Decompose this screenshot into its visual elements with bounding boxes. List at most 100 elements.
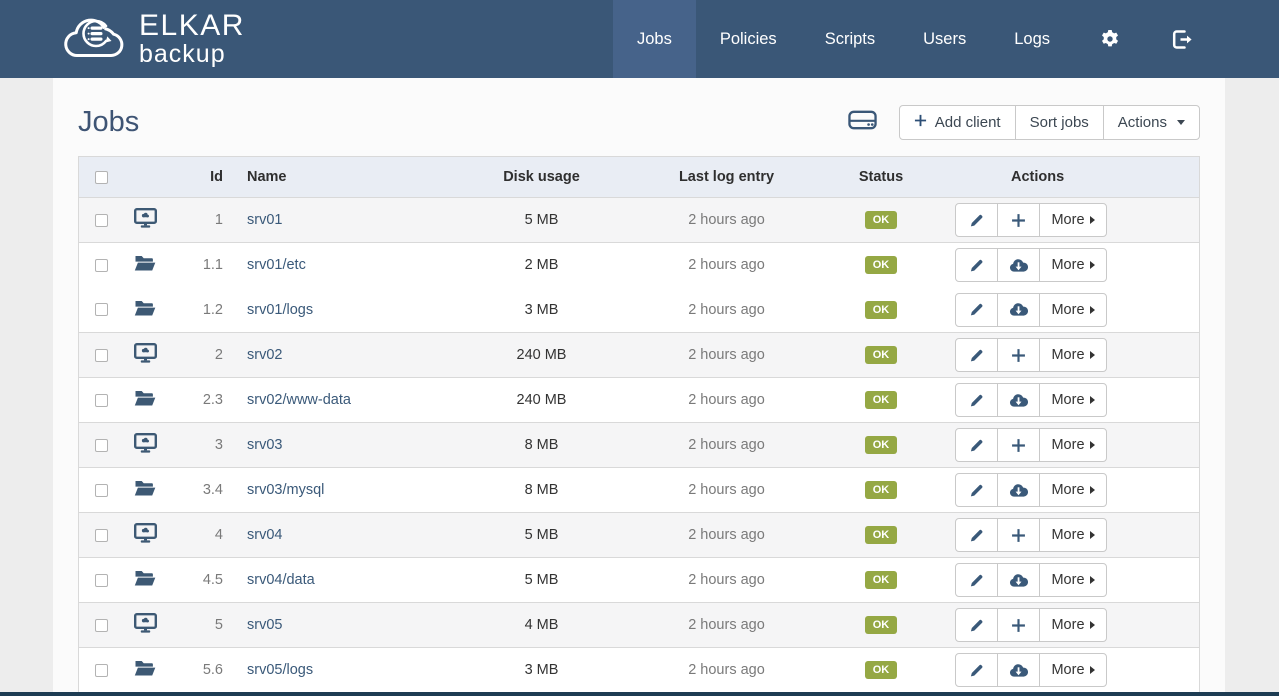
logout-icon[interactable]: [1146, 0, 1219, 78]
more-button[interactable]: More: [1039, 338, 1107, 372]
more-button[interactable]: More: [1039, 518, 1107, 552]
edit-button[interactable]: [955, 608, 998, 642]
last-log-entry-value: 2 hours ago: [644, 347, 809, 363]
job-folder-icon: [134, 389, 156, 411]
nav-item-jobs[interactable]: Jobs: [613, 0, 696, 78]
job-name-link[interactable]: srv05: [247, 617, 282, 633]
add-job-button[interactable]: [997, 608, 1040, 642]
disk-usage-value: 5 MB: [439, 527, 644, 543]
more-label: More: [1051, 392, 1084, 408]
actions-dropdown-button[interactable]: Actions: [1103, 105, 1200, 140]
row-checkbox[interactable]: [95, 349, 108, 362]
status-badge: OK: [865, 436, 898, 454]
more-button[interactable]: More: [1039, 653, 1107, 687]
more-label: More: [1051, 257, 1084, 273]
nav-item-logs[interactable]: Logs: [990, 0, 1074, 78]
edit-button[interactable]: [955, 293, 998, 327]
sort-jobs-label: Sort jobs: [1030, 114, 1089, 131]
more-button[interactable]: More: [1039, 383, 1107, 417]
disk-usage-value: 8 MB: [439, 437, 644, 453]
last-log-entry-value: 2 hours ago: [644, 392, 809, 408]
table-row: 3 srv03 8 MB 2 hours ago OK More: [79, 422, 1199, 467]
more-button[interactable]: More: [1039, 248, 1107, 282]
job-name-link[interactable]: srv03: [247, 437, 282, 453]
job-name-link[interactable]: srv04/data: [247, 572, 315, 588]
row-checkbox[interactable]: [95, 439, 108, 452]
row-checkbox[interactable]: [95, 529, 108, 542]
more-button[interactable]: More: [1039, 428, 1107, 462]
page-header: Jobs Add client Sort jobs: [53, 78, 1225, 146]
restore-button[interactable]: [997, 383, 1040, 417]
row-checkbox[interactable]: [95, 259, 108, 272]
more-button[interactable]: More: [1039, 473, 1107, 507]
more-button[interactable]: More: [1039, 203, 1107, 237]
select-all-checkbox[interactable]: [95, 171, 108, 184]
job-id: 3.4: [167, 482, 223, 498]
job-folder-icon: [134, 659, 156, 681]
last-log-entry-value: 2 hours ago: [644, 572, 809, 588]
status-badge: OK: [865, 391, 898, 409]
edit-button[interactable]: [955, 203, 998, 237]
add-job-button[interactable]: [997, 518, 1040, 552]
job-name-link[interactable]: srv01: [247, 212, 282, 228]
edit-button[interactable]: [955, 518, 998, 552]
client-monitor-icon: [134, 343, 157, 368]
status-badge: OK: [865, 346, 898, 364]
add-job-button[interactable]: [997, 338, 1040, 372]
restore-button[interactable]: [997, 653, 1040, 687]
job-name-link[interactable]: srv02/www-data: [247, 392, 351, 408]
row-checkbox[interactable]: [95, 574, 108, 587]
row-checkbox[interactable]: [95, 394, 108, 407]
job-name-link[interactable]: srv01/etc: [247, 257, 306, 273]
job-name-link[interactable]: srv03/mysql: [247, 482, 324, 498]
row-checkbox[interactable]: [95, 664, 108, 677]
chevron-right-icon: [1090, 351, 1095, 359]
job-name-link[interactable]: srv01/logs: [247, 302, 313, 318]
disk-usage-value: 3 MB: [439, 302, 644, 318]
job-name-link[interactable]: srv04: [247, 527, 282, 543]
brand-logo[interactable]: ELKAR backup: [55, 0, 245, 78]
job-name-link[interactable]: srv05/logs: [247, 662, 313, 678]
header-actions: Actions: [953, 169, 1199, 185]
edit-button[interactable]: [955, 653, 998, 687]
table-header-row: Id Name Disk usage Last log entry Status…: [79, 157, 1199, 197]
more-label: More: [1051, 302, 1084, 318]
content-panel: Jobs Add client Sort jobs: [53, 78, 1225, 696]
edit-button[interactable]: [955, 473, 998, 507]
more-label: More: [1051, 617, 1084, 633]
more-button[interactable]: More: [1039, 563, 1107, 597]
row-checkbox[interactable]: [95, 619, 108, 632]
nav-item-users[interactable]: Users: [899, 0, 990, 78]
table-row: 4.5 srv04/data 5 MB 2 hours ago OK More: [79, 557, 1199, 602]
job-name-link[interactable]: srv02: [247, 347, 282, 363]
edit-button[interactable]: [955, 428, 998, 462]
add-client-button[interactable]: Add client: [899, 105, 1016, 140]
client-monitor-icon: [134, 613, 157, 638]
add-job-button[interactable]: [997, 203, 1040, 237]
edit-button[interactable]: [955, 338, 998, 372]
row-actions-group: More: [955, 428, 1107, 462]
more-button[interactable]: More: [1039, 608, 1107, 642]
disk-usage-value: 8 MB: [439, 482, 644, 498]
settings-icon[interactable]: [1074, 0, 1146, 78]
table-row: 2 srv02 240 MB 2 hours ago OK More: [79, 332, 1199, 377]
sort-jobs-button[interactable]: Sort jobs: [1015, 105, 1104, 140]
restore-button[interactable]: [997, 293, 1040, 327]
job-folder-icon: [134, 479, 156, 501]
add-job-button[interactable]: [997, 428, 1040, 462]
row-actions-group: More: [955, 653, 1107, 687]
more-button[interactable]: More: [1039, 293, 1107, 327]
nav-item-policies[interactable]: Policies: [696, 0, 801, 78]
restore-button[interactable]: [997, 563, 1040, 597]
restore-button[interactable]: [997, 473, 1040, 507]
table-row: 1.1 srv01/etc 2 MB 2 hours ago OK More: [79, 242, 1199, 287]
edit-button[interactable]: [955, 383, 998, 417]
nav-item-scripts[interactable]: Scripts: [801, 0, 899, 78]
edit-button[interactable]: [955, 248, 998, 282]
restore-button[interactable]: [997, 248, 1040, 282]
row-checkbox[interactable]: [95, 214, 108, 227]
edit-button[interactable]: [955, 563, 998, 597]
row-checkbox[interactable]: [95, 303, 108, 316]
row-checkbox[interactable]: [95, 484, 108, 497]
last-log-entry-value: 2 hours ago: [644, 302, 809, 318]
